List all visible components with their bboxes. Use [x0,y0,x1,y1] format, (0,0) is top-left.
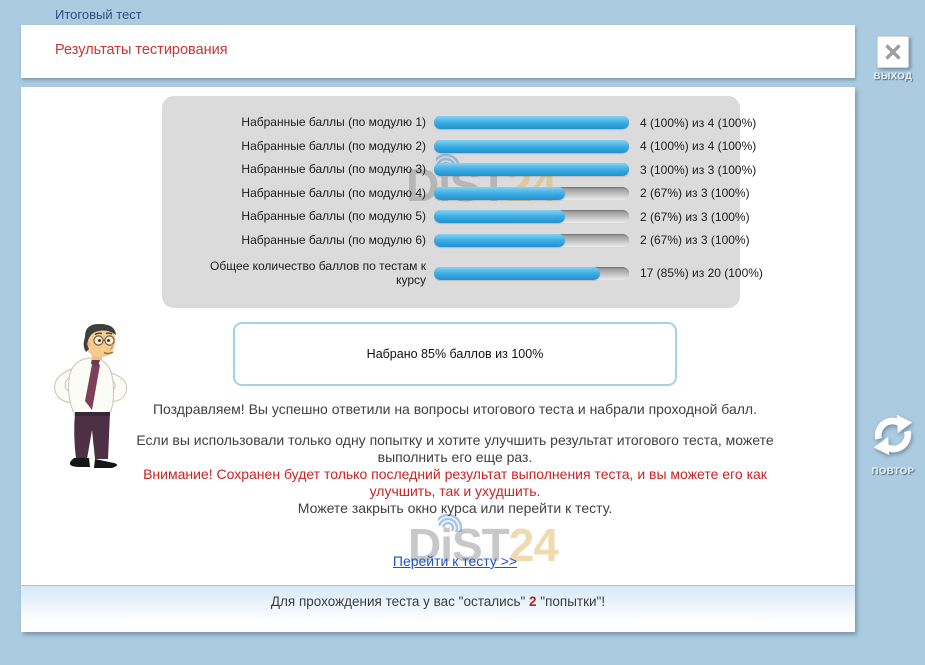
congrats-text: Поздравляем! Вы успешно ответили на вопр… [130,401,780,418]
assistant-character [40,322,142,487]
repeat-button-label: ПОВТОР [864,466,922,477]
result-row: Набранные баллы (по модулю 2) 4 (100%) и… [198,140,726,153]
progress-bar-fill [434,267,600,280]
page-title: Результаты тестирования [55,42,228,58]
window-title: Итоговый тест [55,7,142,22]
result-row: Общее количество баллов по тестам к курс… [198,257,726,289]
close-icon[interactable] [877,36,909,68]
result-row: Набранные баллы (по модулю 6) 2 (67%) из… [198,234,726,247]
result-label: Общее количество баллов по тестам к курс… [198,259,434,288]
attempts-bar: Для прохождения теста у вас "остались" 2… [21,585,855,631]
progress-bar-track [434,140,629,153]
header-panel: Результаты тестирования [21,25,855,78]
progress-bar-track [434,267,629,280]
retry-info-text: Если вы использовали только одну попытку… [130,432,780,466]
goto-test-link-wrap: Перейти к тесту >> [130,553,780,571]
result-row: Набранные баллы (по модулю 3) 3 (100%) и… [198,163,726,176]
result-value: 3 (100%) из 3 (100%) [640,163,756,177]
progress-bar-fill [434,116,629,129]
repeat-icon[interactable] [870,412,916,458]
result-label: Набранные баллы (по модулю 2) [198,139,434,153]
result-value: 2 (67%) из 3 (100%) [640,186,750,200]
content-panel: DiST24 Набранные баллы (по модулю 1) 4 (… [21,87,855,632]
result-label: Набранные баллы (по модулю 3) [198,162,434,176]
result-value: 2 (67%) из 3 (100%) [640,210,750,224]
progress-bar-track [434,116,629,129]
result-value: 17 (85%) из 20 (100%) [640,266,763,280]
app-window: Итоговый тест Результаты тестирования Di… [0,0,925,665]
progress-bar-fill [434,163,629,176]
result-message: Поздравляем! Вы успешно ответили на вопр… [130,401,780,517]
exit-button[interactable]: ВЫХОД [869,36,917,82]
result-row: Набранные баллы (по модулю 5) 2 (67%) из… [198,210,726,223]
progress-bar-fill [434,210,565,223]
progress-bar-fill [434,140,629,153]
result-row: Набранные баллы (по модулю 1) 4 (100%) и… [198,116,726,129]
progress-bar-track [434,210,629,223]
result-label: Набранные баллы (по модулю 6) [198,233,434,247]
attempts-count: 2 [529,594,537,609]
attempts-text-prefix: Для прохождения теста у вас "остались" [271,594,529,609]
progress-bar-fill [434,187,565,200]
closing-text: Можете закрыть окно курса или перейти к … [130,500,780,517]
exit-button-label: ВЫХОД [869,71,917,82]
repeat-button[interactable]: ПОВТОР [864,412,922,477]
assistant-character-illustration [40,322,142,482]
results-rows: Набранные баллы (по модулю 1) 4 (100%) и… [198,116,726,300]
result-row: Набранные баллы (по модулю 4) 2 (67%) из… [198,187,726,200]
goto-test-link[interactable]: Перейти к тесту >> [393,553,517,569]
warning-text: Внимание! Сохранен будет только последни… [130,466,780,500]
result-label: Набранные баллы (по модулю 5) [198,209,434,223]
result-label: Набранные баллы (по модулю 1) [198,115,434,129]
progress-bar-track [434,163,629,176]
result-value: 4 (100%) из 4 (100%) [640,116,756,130]
result-value: 4 (100%) из 4 (100%) [640,139,756,153]
progress-bar-fill [434,234,565,247]
score-summary-box: Набрано 85% баллов из 100% [233,322,677,386]
progress-bar-track [434,187,629,200]
progress-bar-track [434,234,629,247]
result-label: Набранные баллы (по модулю 4) [198,186,434,200]
attempts-text-suffix: "попытки"! [537,594,606,609]
score-summary-text: Набрано 85% баллов из 100% [367,347,544,361]
result-value: 2 (67%) из 3 (100%) [640,233,750,247]
results-panel: DiST24 Набранные баллы (по модулю 1) 4 (… [162,96,740,308]
